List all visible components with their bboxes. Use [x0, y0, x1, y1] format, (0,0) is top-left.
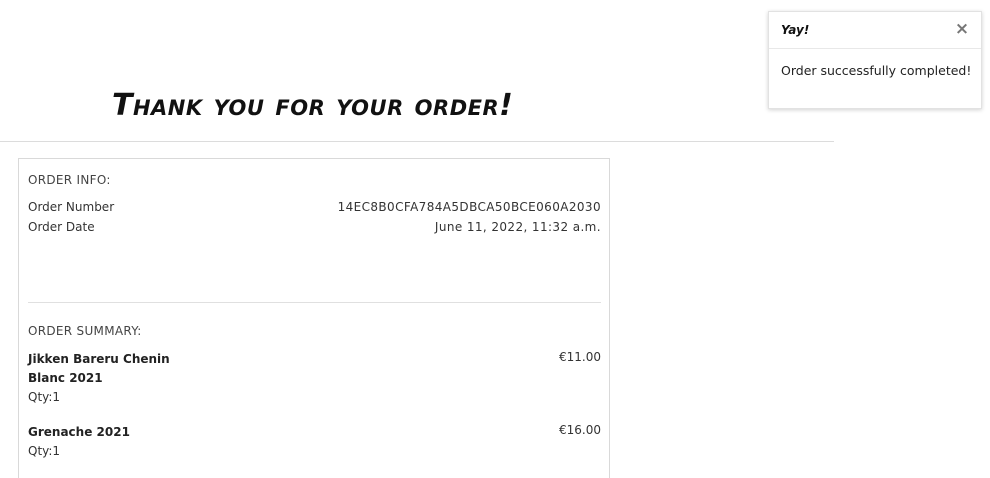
toast-message: Order successfully completed! [781, 63, 972, 78]
card-divider [28, 302, 601, 303]
title-divider [0, 141, 834, 142]
toast-title: Yay! [781, 23, 810, 37]
order-card: ORDER INFO: Order Number 14EC8B0CFA784A5… [18, 158, 610, 478]
order-number-key: Order Number [28, 200, 115, 214]
toast-header: Yay! × [769, 12, 981, 49]
item-price: €16.00 [559, 423, 601, 437]
item-name: Grenache 2021 [28, 425, 130, 439]
summary-item: Jikken Bareru Chenin Blanc 2021 Qty:1 €1… [28, 350, 601, 407]
order-summary-label: ORDER SUMMARY: [28, 324, 142, 338]
order-number-row: Order Number 14EC8B0CFA784A5DBCA50BCE060… [28, 200, 601, 218]
item-price: €11.00 [559, 350, 601, 364]
order-number-value: 14EC8B0CFA784A5DBCA50BCE060A2030 [337, 200, 601, 214]
item-qty: Qty:1 [28, 390, 61, 404]
item-name: Jikken Bareru Chenin Blanc 2021 [28, 352, 170, 385]
success-toast: Yay! × Order successfully completed! [768, 11, 982, 109]
page-title: Thank you for your order! [112, 88, 514, 123]
order-info-label: ORDER INFO: [28, 173, 111, 187]
order-date-row: Order Date June 11, 2022, 11:32 a.m. [28, 220, 601, 238]
order-date-key: Order Date [28, 220, 95, 234]
summary-item: Grenache 2021 Qty:1 €16.00 [28, 423, 601, 461]
page-root: Thank you for your order! ORDER INFO: Or… [0, 0, 990, 478]
close-icon[interactable]: × [953, 20, 971, 38]
order-date-value: June 11, 2022, 11:32 a.m. [434, 220, 601, 234]
item-qty: Qty:1 [28, 444, 61, 458]
